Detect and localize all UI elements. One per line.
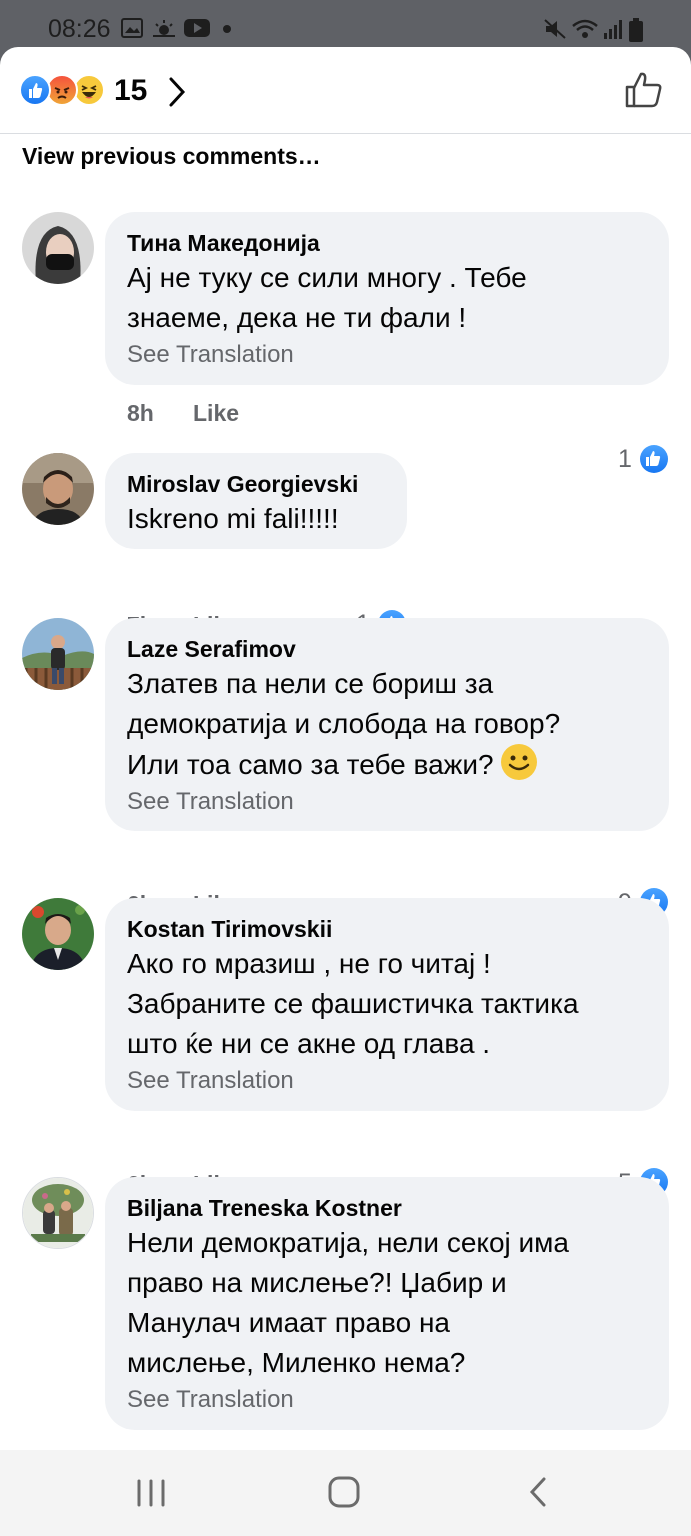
comment: Kostan Tirimovskii Ако го мразиш , не го… (0, 898, 691, 1197)
comment-time[interactable]: 8h (127, 400, 154, 426)
battery-icon (629, 18, 643, 42)
avatar[interactable] (22, 1177, 94, 1249)
comment: Тина Македонија Ај не туку се сили многу… (0, 212, 691, 473)
comment-text: Iskreno mi fali!!!!! (127, 503, 339, 534)
see-translation-link[interactable]: See Translation (127, 785, 647, 819)
comment-author[interactable]: Biljana Treneska Kostner (127, 1193, 647, 1223)
comment-text: Ај не туку се сили многу . Тебе знаеме, … (127, 262, 527, 333)
comment-author[interactable]: Тина Македонија (127, 228, 647, 258)
comment-text: Нели демократија, нели секој има право н… (127, 1227, 569, 1378)
comment-text-content: Златев па нели се бориш за демократија и… (127, 668, 561, 780)
like-link[interactable]: Like (193, 400, 239, 427)
comment-author[interactable]: Kostan Tirimovskii (127, 914, 647, 944)
comment: Miroslav Georgievski Iskreno mi fali!!!!… (0, 453, 691, 638)
status-bar: 08:26 (0, 0, 691, 52)
signal-icon (604, 20, 622, 39)
comment-bubble: Biljana Treneska Kostner Нели демократиј… (105, 1177, 669, 1430)
reaction-count[interactable]: 15 (114, 74, 147, 108)
comment-text: Златев па нели се бориш за демократија и… (127, 664, 647, 785)
avatar[interactable] (22, 212, 94, 284)
see-translation-link[interactable]: See Translation (127, 1383, 647, 1417)
smile-emoji-icon (501, 744, 538, 780)
comments-sheet: 15 View previous comments… Тина Македони… (0, 47, 691, 1450)
avatar[interactable] (22, 618, 94, 690)
view-previous-comments-link[interactable]: View previous comments… (22, 143, 321, 170)
home-icon[interactable] (327, 1475, 361, 1509)
comment-meta: 8h Like (127, 400, 239, 427)
mute-icon (544, 19, 566, 39)
comment: Laze Serafimov Златев па нели се бориш з… (0, 618, 691, 917)
chevron-right-icon[interactable] (166, 76, 188, 108)
avatar[interactable] (22, 453, 94, 525)
comment-author[interactable]: Laze Serafimov (127, 634, 647, 664)
comment-bubble: Laze Serafimov Златев па нели се бориш з… (105, 618, 669, 831)
comment: Biljana Treneska Kostner Нели демократиј… (0, 1177, 691, 1437)
comment-bubble: Kostan Tirimovskii Ако го мразиш , не го… (105, 898, 669, 1111)
like-reaction-icon (19, 74, 51, 106)
reaction-icons[interactable] (19, 74, 109, 106)
reactions-header: 15 (0, 47, 691, 134)
back-icon[interactable] (526, 1475, 550, 1509)
comment-bubble: Miroslav Georgievski Iskreno mi fali!!!!… (105, 453, 407, 549)
weather-icon (153, 20, 175, 37)
gallery-icon (121, 18, 143, 38)
comment-author[interactable]: Miroslav Georgievski (127, 469, 385, 499)
comment-bubble: Тина Македонија Ај не туку се сили многу… (105, 212, 669, 385)
see-translation-link[interactable]: See Translation (127, 338, 647, 372)
status-time: 08:26 (48, 15, 111, 43)
comment-text: Ако го мразиш , не го читај ! Забраните … (127, 948, 579, 1059)
recent-apps-icon[interactable] (134, 1478, 168, 1508)
avatar[interactable] (22, 898, 94, 970)
wifi-icon (572, 19, 598, 38)
navigation-bar (0, 1450, 691, 1536)
youtube-icon (184, 19, 210, 37)
thumbs-up-icon[interactable] (624, 71, 664, 109)
see-translation-link[interactable]: See Translation (127, 1064, 647, 1098)
dot-icon (223, 25, 231, 33)
